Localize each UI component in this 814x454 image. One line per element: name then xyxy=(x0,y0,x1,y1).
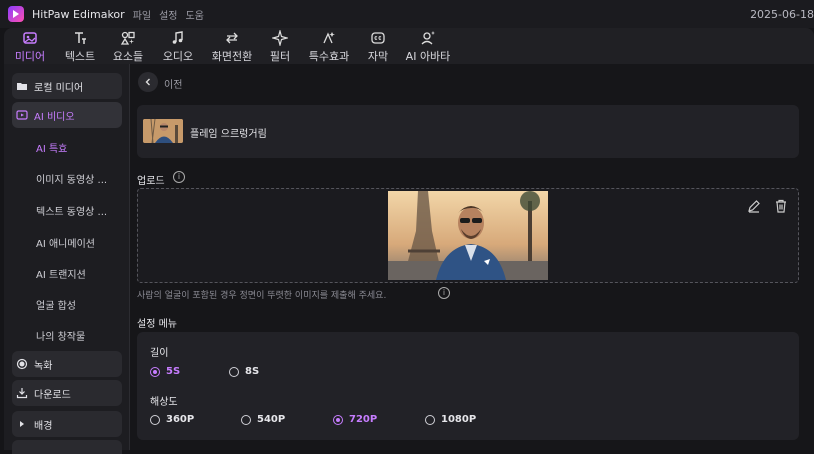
hint-info-icon[interactable]: i xyxy=(438,287,450,299)
elements-icon xyxy=(120,31,135,45)
tab-filter-label: 필터 xyxy=(269,50,291,63)
tab-transition[interactable]: 화면전환 xyxy=(208,30,256,64)
sidebar-sub-ai-effects[interactable]: AI 특효 xyxy=(36,140,67,155)
ai-avatar-icon xyxy=(421,31,435,45)
resolution-option-540p[interactable]: 540P xyxy=(241,414,285,425)
sidebar-item-record[interactable]: 녹화 xyxy=(12,351,122,377)
tab-text[interactable]: 텍스트 xyxy=(62,30,98,64)
length-option-8s[interactable]: 8S xyxy=(229,366,259,377)
tab-audio[interactable]: 오디오 xyxy=(160,30,196,64)
tab-ai-avatar[interactable]: AI 아바타 xyxy=(404,30,452,64)
sidebar-sub-ai-animation[interactable]: AI 애니메이션 xyxy=(36,235,95,250)
sidebar-sub-ai-transition[interactable]: AI 트랜지션 xyxy=(36,266,86,281)
length-option-5s[interactable]: 5S xyxy=(150,366,180,377)
text-icon xyxy=(75,32,86,44)
tab-elements[interactable]: 요소들 xyxy=(110,30,146,64)
resolution-option-720p[interactable]: 720P xyxy=(333,414,377,425)
edit-icon[interactable] xyxy=(747,199,761,213)
folder-icon xyxy=(17,83,27,90)
tab-effects-label: 특수효과 xyxy=(308,50,350,63)
sidebar-sub-face-swap[interactable]: 얼굴 합성 xyxy=(36,297,76,312)
template-card[interactable]: 플레임 으르렁거림 xyxy=(137,105,799,158)
resolution-label: 해상도 xyxy=(150,397,178,408)
tab-media[interactable]: 미디어 xyxy=(12,30,48,66)
sidebar-sub-image-to-video[interactable]: 이미지 동영상 ... xyxy=(36,171,107,186)
tab-media-label: 미디어 xyxy=(14,50,46,63)
sidebar-item-label: 배경 xyxy=(34,420,53,432)
menu-settings[interactable]: 설정 xyxy=(159,7,177,22)
app-title: HitPaw Edimakor xyxy=(32,7,125,21)
audio-icon xyxy=(172,31,183,44)
tab-subtitle[interactable]: 자막 xyxy=(366,30,390,64)
sidebar-item-local-media[interactable]: 로컬 미디어 xyxy=(12,73,122,99)
media-icon xyxy=(23,32,37,44)
tab-effects[interactable]: 특수효과 xyxy=(306,30,352,64)
upload-dropzone[interactable] xyxy=(137,188,799,283)
tab-subtitle-label: 자막 xyxy=(367,50,389,63)
subtitle-icon xyxy=(371,32,385,44)
effects-icon xyxy=(323,32,335,44)
sidebar-item-label: 다운로드 xyxy=(34,389,71,401)
upload-label: 업로드 xyxy=(137,176,165,187)
app-logo-icon xyxy=(8,6,24,22)
tab-transition-label: 화면전환 xyxy=(211,50,253,63)
tab-audio-label: 오디오 xyxy=(162,50,194,63)
tab-filter[interactable]: 필터 xyxy=(268,30,292,64)
tab-elements-label: 요소들 xyxy=(112,50,144,63)
sidebar-item-label: AI 비디오 xyxy=(34,111,75,123)
sidebar: 로컬 미디어 AI 비디오 AI 특효 이미지 동영상 ... 텍스트 동영상 … xyxy=(4,64,130,454)
template-name: 플레임 으르렁거림 xyxy=(190,129,267,140)
sidebar-item-ai-video[interactable]: AI 비디오 xyxy=(12,102,122,128)
uploaded-image xyxy=(388,191,548,280)
tab-text-label: 텍스트 xyxy=(64,50,96,63)
sidebar-sub-text-to-video[interactable]: 텍스트 동영상 ... xyxy=(36,203,107,218)
transition-icon xyxy=(226,32,238,44)
caret-right-icon xyxy=(20,421,24,427)
main-toolbar: 미디어 텍스트 요소들 오디오 화면전환 필터 특수효과 자막 AI 아바타 xyxy=(4,28,814,66)
tab-ai-avatar-label: AI 아바타 xyxy=(405,50,451,63)
record-icon xyxy=(16,358,28,370)
sidebar-item-download[interactable]: 다운로드 xyxy=(12,380,122,406)
sidebar-item-background[interactable]: 배경 xyxy=(12,411,122,437)
back-label[interactable]: 이전 xyxy=(164,76,182,91)
trash-icon[interactable] xyxy=(774,199,788,213)
resolution-option-1080p[interactable]: 1080P xyxy=(425,414,476,425)
chevron-left-icon xyxy=(145,78,150,86)
title-bar: HitPaw Edimakor 파일 설정 도움 2025-06-18 xyxy=(0,0,814,28)
length-label: 길이 xyxy=(150,348,169,359)
menu-help[interactable]: 도움 xyxy=(186,7,204,22)
ai-video-icon xyxy=(16,110,28,120)
sidebar-item-label: 로컬 미디어 xyxy=(34,82,84,94)
resolution-option-360p[interactable]: 360P xyxy=(150,414,194,425)
sidebar-item-label: 녹화 xyxy=(34,360,53,372)
date-display: 2025-06-18 xyxy=(750,8,814,21)
back-button[interactable] xyxy=(138,72,158,92)
upload-hint-text: 사람의 얼굴이 포함된 경우 정면이 뚜렷한 이미지를 제출해 주세요. xyxy=(137,291,387,301)
main-panel: 이전 플레임 으르렁거림 업로드 i 사람의 얼굴이 포함된 경우 정면이 뚜렷… xyxy=(130,64,814,450)
filter-icon xyxy=(272,30,288,46)
sidebar-item-more[interactable] xyxy=(12,440,122,454)
menu-file[interactable]: 파일 xyxy=(133,7,151,22)
template-thumbnail xyxy=(143,119,183,143)
info-icon[interactable]: i xyxy=(173,171,185,183)
settings-title: 설정 메뉴 xyxy=(137,319,177,330)
download-icon xyxy=(16,388,28,399)
settings-card: 길이 5S 8S 해상도 360P 540P 720P 1080P xyxy=(137,332,799,440)
sidebar-sub-my-creations[interactable]: 나의 창작물 xyxy=(36,328,85,343)
